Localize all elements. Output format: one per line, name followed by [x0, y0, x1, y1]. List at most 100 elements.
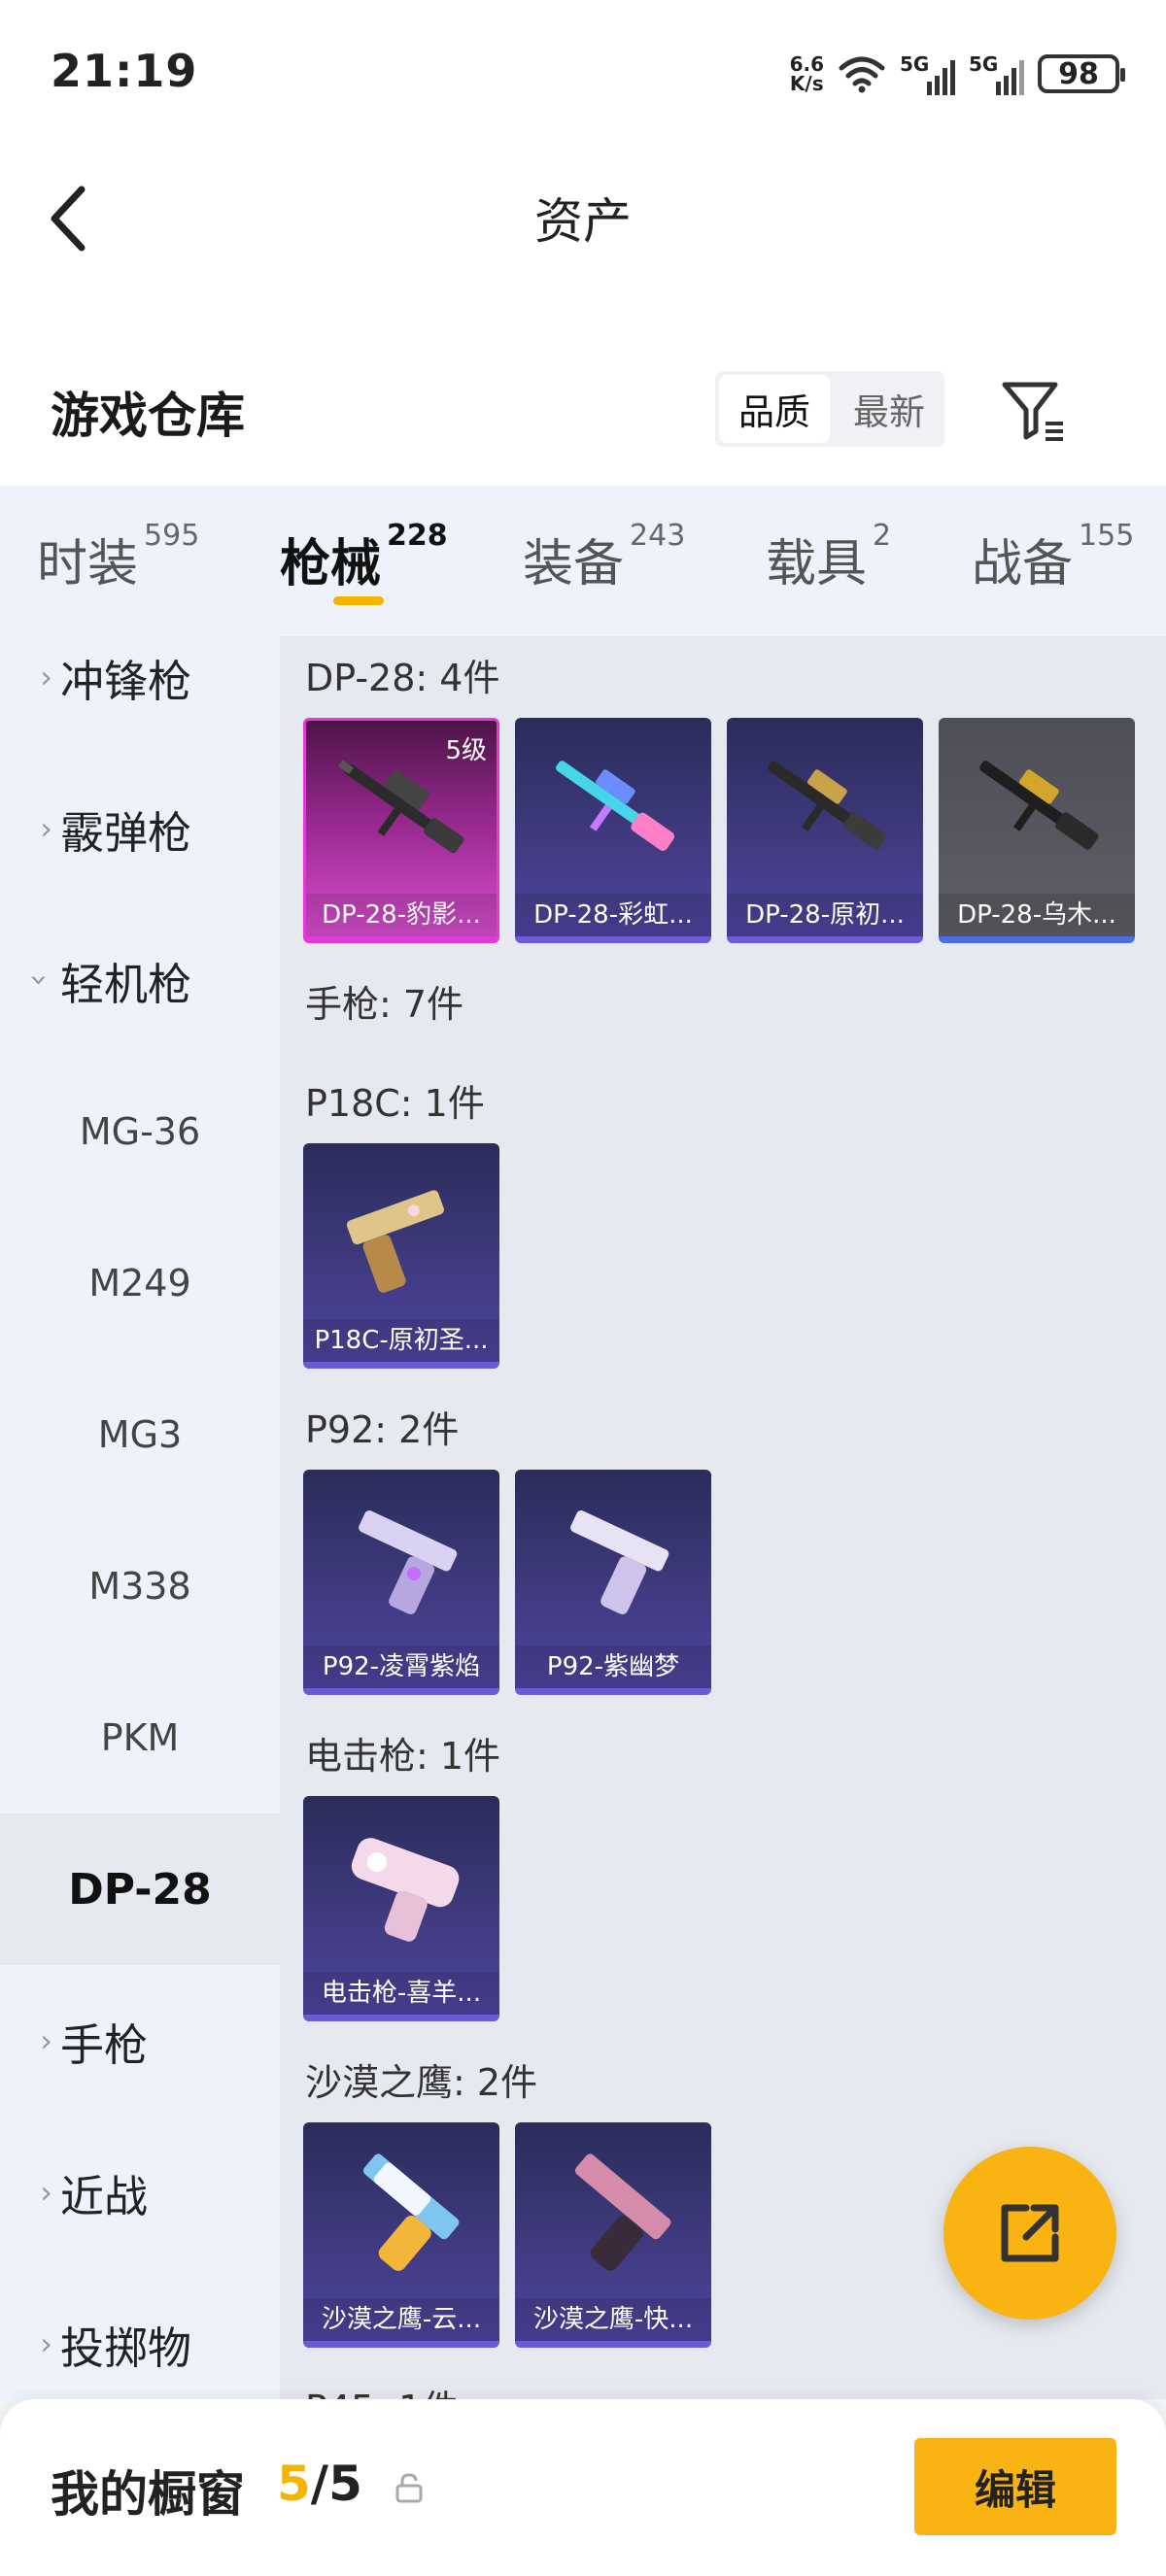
category-tabs: 时装 595 枪械 228 装备 243 载具 2 战备 155: [0, 486, 1166, 636]
item-card[interactable]: P92-凌霄紫焰: [303, 1470, 499, 1695]
item-name: 电击枪-喜羊...: [303, 1972, 499, 2015]
tab-label: 战备: [972, 535, 1074, 593]
group-label: 沙漠之鹰: 2件: [305, 2061, 538, 2104]
chevron-right-icon: ›: [40, 2325, 52, 2362]
item-card[interactable]: P92-紫幽梦: [515, 1470, 711, 1695]
sort-option-latest[interactable]: 最新: [834, 371, 944, 447]
filter-button[interactable]: [999, 377, 1067, 445]
group-label: P45: 1件: [305, 2379, 459, 2399]
sidebar-item-label: 手枪: [60, 2018, 149, 2071]
group-label: DP-28: 4件: [305, 657, 500, 699]
tab-fashion[interactable]: 时装 595: [37, 519, 199, 595]
item-card[interactable]: 沙漠之鹰-快...: [515, 2122, 711, 2348]
sidebar-item-pkm[interactable]: PKM: [0, 1662, 280, 1813]
lock-icon: [395, 2473, 423, 2503]
status-bar: 21:19 6.6 K/s 5G 5G 98: [0, 0, 1166, 146]
pistol-icon: [570, 1510, 669, 1614]
item-card[interactable]: DP-28-乌木...: [939, 718, 1135, 943]
network-speed: 6.6 K/s: [790, 54, 824, 93]
network-speed-unit: K/s: [789, 72, 824, 95]
share-button[interactable]: [943, 2147, 1116, 2320]
showcase-current: 5: [277, 2456, 311, 2512]
item-name: 沙漠之鹰-快...: [515, 2298, 711, 2341]
sort-toggle: 品质 最新: [715, 371, 944, 447]
chevron-down-icon: ›: [21, 973, 58, 987]
status-icons: 6.6 K/s 5G 5G 98: [790, 49, 1125, 99]
group-label: P18C: 1件: [305, 1082, 485, 1125]
tab-count: 595: [144, 519, 200, 553]
filter-icon: [1002, 382, 1063, 441]
tab-supplies[interactable]: 战备 155: [972, 519, 1134, 595]
sidebar-item-melee[interactable]: › 近战: [0, 2117, 280, 2268]
chevron-right-icon: ›: [40, 810, 52, 847]
item-grid: DP-28: 4件 5级 DP-28-豹影... DP-28-彩虹... DP-…: [280, 636, 1166, 2399]
showcase-title: 我的橱窗: [51, 2466, 245, 2523]
tab-label: 时装: [37, 535, 139, 593]
sidebar-item-label: 近战: [60, 2170, 149, 2222]
sidebar-item-m249[interactable]: M249: [0, 1207, 280, 1359]
rifle-icon: [556, 761, 675, 851]
tab-label: 载具: [766, 535, 868, 593]
active-tab-indicator: [333, 596, 384, 605]
sort-option-quality[interactable]: 品质: [719, 375, 830, 443]
item-name: DP-28-彩虹...: [515, 894, 711, 936]
sidebar-item-shotgun[interactable]: › 霰弹枪: [0, 753, 280, 904]
group-label: P92: 2件: [305, 1408, 460, 1451]
sidebar-item-label: 投掷物: [60, 2322, 192, 2374]
pistol-icon: [362, 2153, 460, 2271]
item-name: DP-28-原初...: [727, 894, 923, 936]
sidebar-item-dp28[interactable]: DP-28: [0, 1813, 280, 1965]
tab-count: 155: [1079, 519, 1135, 553]
battery-level: 98: [1058, 56, 1099, 91]
tab-weapons[interactable]: 枪械 228: [280, 519, 448, 595]
sidebar-item-label: MG3: [97, 1413, 183, 1456]
sidebar-item-lmg[interactable]: › 轻机枪: [0, 904, 280, 1056]
item-card[interactable]: P18C-原初圣...: [303, 1143, 499, 1369]
sidebar-item-m338[interactable]: M338: [0, 1510, 280, 1662]
tab-count: 228: [387, 519, 448, 553]
item-card[interactable]: 沙漠之鹰-云...: [303, 2122, 499, 2348]
item-name: P92-凌霄紫焰: [303, 1645, 499, 1688]
tab-equipment[interactable]: 装备 243: [523, 519, 685, 595]
item-card[interactable]: DP-28-彩虹...: [515, 718, 711, 943]
showcase-separator: /: [310, 2456, 329, 2512]
pistol-icon: [574, 2153, 671, 2271]
sidebar-item-label: M249: [88, 1262, 191, 1305]
level-badge: 5级: [445, 736, 487, 765]
item-name: DP-28-乌木...: [939, 894, 1135, 936]
sidebar-item-label: M338: [88, 1565, 191, 1608]
sidebar-item-label: DP-28: [68, 1864, 212, 1915]
showcase-total: 5: [328, 2456, 362, 2512]
nav-header: 资产: [0, 146, 1166, 330]
sidebar-item-smg[interactable]: › 冲锋枪: [0, 636, 280, 753]
sidebar-item-mg36[interactable]: MG-36: [0, 1056, 280, 1207]
item-name: P92-紫幽梦: [515, 1645, 711, 1688]
sidebar-item-label: 轻机枪: [60, 958, 192, 1010]
sidebar-item-pistol[interactable]: › 手枪: [0, 1965, 280, 2117]
item-card[interactable]: 5级 DP-28-豹影...: [303, 718, 499, 943]
rifle-icon: [979, 761, 1099, 850]
chevron-right-icon: ›: [40, 659, 52, 695]
item-card[interactable]: 电击枪-喜羊...: [303, 1796, 499, 2021]
network-speed-value: 6.6: [789, 52, 824, 76]
chevron-right-icon: ›: [40, 2174, 52, 2211]
rifle-icon: [768, 761, 887, 850]
page-title: 资产: [534, 193, 632, 250]
item-name: 沙漠之鹰-云...: [303, 2298, 499, 2341]
sidebar-item-throwable[interactable]: › 投掷物: [0, 2268, 280, 2399]
tab-label: 枪械: [280, 535, 382, 593]
stun-gun-icon: [351, 1838, 460, 1942]
tab-label: 装备: [523, 535, 625, 593]
sidebar-item-label: PKM: [100, 1716, 180, 1759]
item-name: P18C-原初圣...: [303, 1319, 499, 1362]
signal-label-2: 5G: [969, 52, 999, 76]
chevron-right-icon: ›: [40, 2022, 52, 2059]
showcase-count: 5/5: [277, 2456, 362, 2512]
tab-vehicles[interactable]: 载具 2: [766, 519, 891, 595]
signal-label-1: 5G: [900, 52, 930, 76]
edit-button[interactable]: 编辑: [914, 2438, 1116, 2535]
status-time: 21:19: [51, 45, 198, 97]
sidebar-item-mg3[interactable]: MG3: [0, 1359, 280, 1510]
showcase-bar: 我的橱窗 5/5 编辑: [0, 2399, 1166, 2576]
item-card[interactable]: DP-28-原初...: [727, 718, 923, 943]
